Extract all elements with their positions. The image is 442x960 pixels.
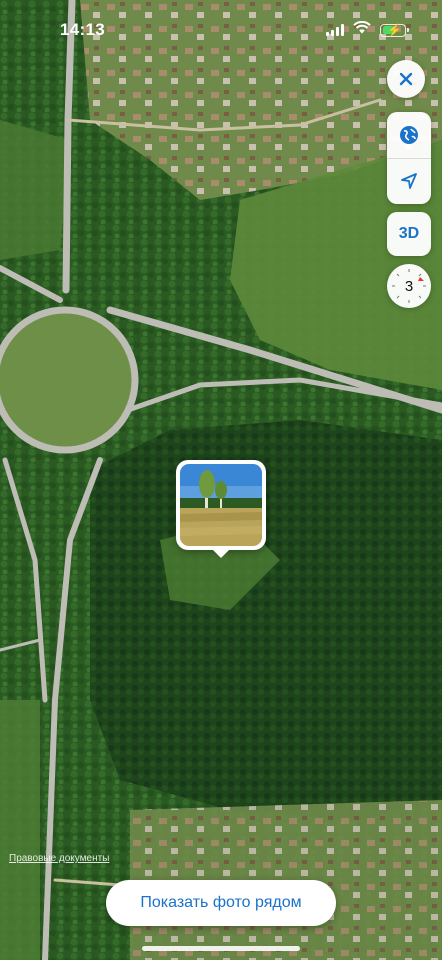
status-icons: ⚡: [326, 20, 409, 39]
compass-value: 3: [404, 277, 414, 295]
compass-button[interactable]: 3: [387, 264, 431, 308]
home-indicator[interactable]: [142, 946, 300, 951]
map-mode-controls: [387, 112, 431, 204]
photo-thumbnail: [180, 464, 262, 546]
photo-pin[interactable]: [176, 460, 266, 558]
3d-toggle-button[interactable]: 3D: [387, 212, 431, 256]
status-bar: 14:13 ⚡: [0, 0, 442, 56]
location-arrow-icon: [401, 173, 417, 190]
close-icon: [399, 72, 413, 86]
my-location-button[interactable]: [387, 158, 431, 204]
wifi-icon: [353, 20, 371, 39]
map-type-button[interactable]: [387, 112, 431, 158]
battery-charging-icon: ⚡: [380, 23, 409, 37]
show-nearby-photos-button[interactable]: Показать фото рядом: [106, 880, 336, 926]
legal-documents-link[interactable]: Правовые документы: [9, 853, 109, 864]
cellular-signal-icon: [326, 24, 344, 36]
status-time: 14:13: [60, 20, 105, 39]
globe-icon: [400, 125, 418, 144]
close-button[interactable]: [387, 60, 425, 98]
